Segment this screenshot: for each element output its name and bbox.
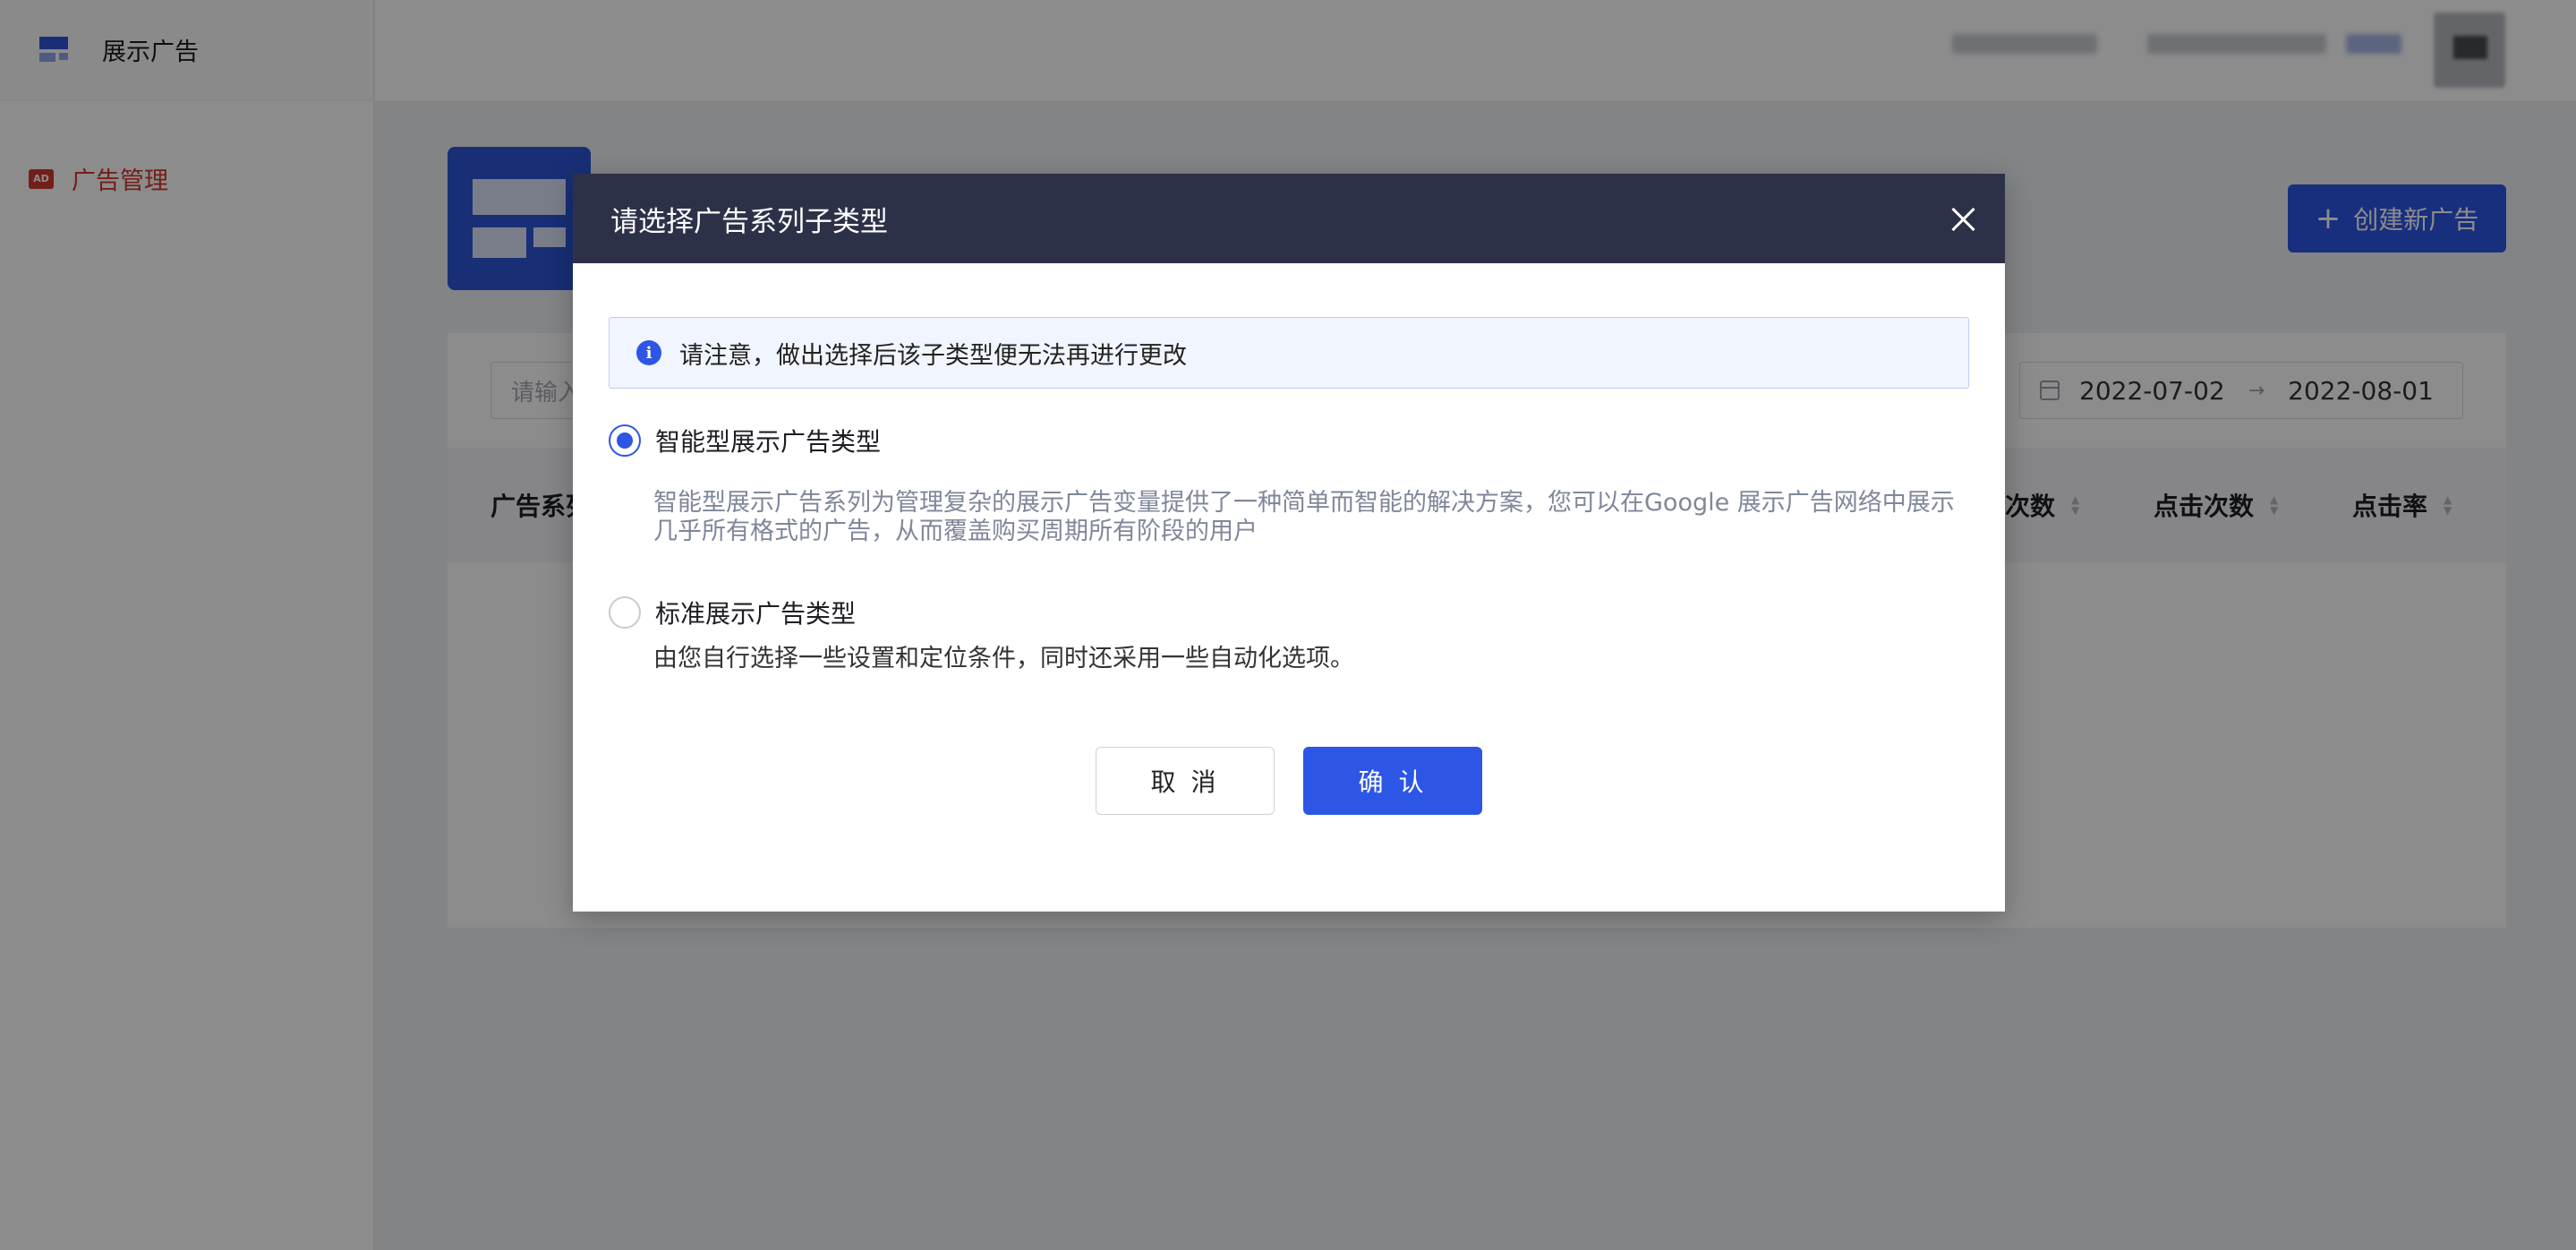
info-icon: i	[636, 340, 661, 365]
option-standard-display[interactable]: 标准展示广告类型	[609, 595, 856, 630]
modal-title: 请选择广告系列子类型	[610, 205, 888, 238]
notice-text: 请注意，做出选择后该子类型便无法再进行更改	[679, 341, 1187, 370]
option-label: 标准展示广告类型	[655, 599, 857, 629]
option-description: 智能型展示广告系列为管理复杂的展示广告变量提供了一种简单而智能的解决方案，您可以…	[653, 489, 1955, 545]
confirm-button[interactable]: 确 认	[1303, 747, 1482, 815]
radio-smart-display[interactable]	[609, 424, 641, 457]
option-description: 由您自行选择一些设置和定位条件，同时还采用一些自动化选项。	[653, 645, 1354, 672]
cancel-button[interactable]: 取 消	[1096, 747, 1275, 815]
option-label: 智能型展示广告类型	[655, 427, 882, 457]
radio-standard-display[interactable]	[609, 596, 641, 629]
close-icon[interactable]	[1946, 202, 1980, 236]
option-smart-display[interactable]: 智能型展示广告类型	[609, 423, 881, 458]
notice-alert: i 请注意，做出选择后该子类型便无法再进行更改	[609, 317, 1969, 389]
subtype-modal: 请选择广告系列子类型 i 请注意，做出选择后该子类型便无法再进行更改 智能型展示…	[573, 174, 2005, 912]
modal-header: 请选择广告系列子类型	[573, 174, 2005, 263]
